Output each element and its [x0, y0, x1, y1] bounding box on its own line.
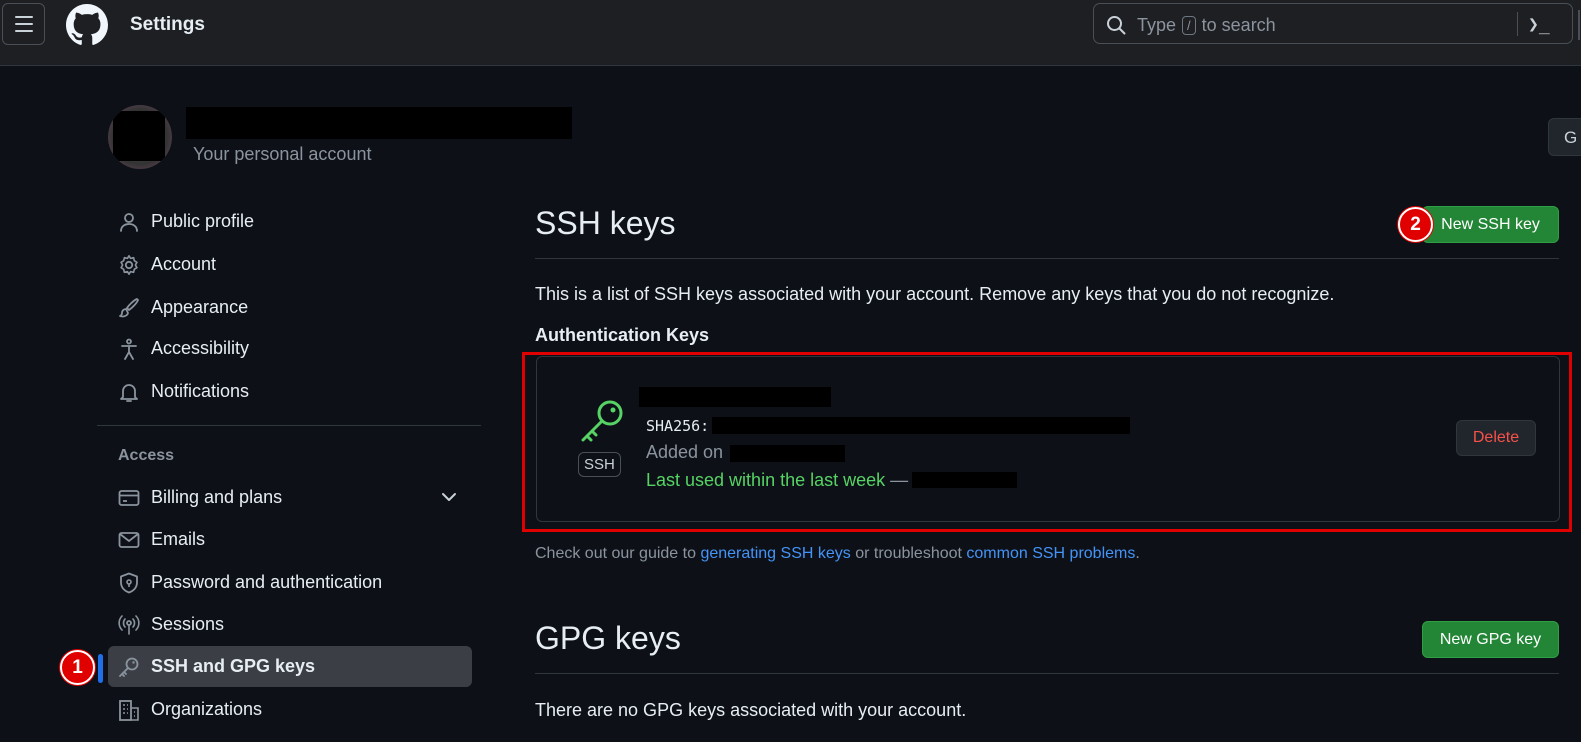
ssh-guide-text: Check out our guide to generating SSH ke…: [535, 545, 1140, 563]
sidebar-item-accessibility[interactable]: Accessibility: [108, 328, 472, 369]
sidebar-item-emails[interactable]: Emails: [108, 519, 472, 560]
mail-icon: [118, 532, 140, 548]
last-used-text: Last used within the last week: [646, 470, 886, 490]
accessibility-icon: [121, 338, 137, 360]
search-prefix: Type: [1137, 15, 1177, 35]
key-last-used: Last used within the last week —: [646, 470, 908, 491]
sidebar-item-label: Billing and plans: [151, 487, 283, 507]
search-icon: [1107, 16, 1126, 35]
sidebar-item-sessions[interactable]: Sessions: [108, 604, 472, 645]
page-title: Settings: [130, 14, 205, 35]
sidebar-item-label: Accessibility: [151, 338, 250, 358]
sidebar-item-label: Emails: [151, 529, 206, 549]
guide-middle: or troubleshoot: [855, 545, 962, 562]
menu-line: [14, 16, 33, 18]
avatar[interactable]: [108, 105, 172, 169]
sidebar-item-public-profile[interactable]: Public profile: [108, 201, 472, 242]
search-placeholder: Type / to search: [1137, 15, 1276, 36]
sidebar-item-appearance[interactable]: Appearance: [108, 287, 472, 328]
account-subtitle: Your personal account: [193, 144, 372, 164]
key-fingerprint: SHA256:: [646, 417, 710, 435]
sidebar-item-label: Appearance: [151, 297, 249, 317]
github-logo-icon[interactable]: [66, 4, 108, 46]
organization-icon: [119, 700, 139, 721]
sidebar-item-label: Organizations: [151, 699, 263, 719]
sidebar-item-label: Account: [151, 254, 217, 274]
menu-line: [14, 30, 33, 32]
chevron-down-icon[interactable]: [441, 491, 457, 503]
sidebar-item-ssh-gpg-keys[interactable]: SSH and GPG keys: [108, 646, 472, 687]
credit-card-icon: [118, 490, 140, 506]
paintbrush-icon: [119, 298, 139, 318]
key-icon: [119, 657, 139, 677]
guide-suffix: .: [1135, 545, 1140, 562]
header-divider: [1578, 10, 1580, 40]
sidebar-item-label: Public profile: [151, 211, 255, 231]
key-title-redacted: [639, 387, 831, 407]
menu-line: [14, 23, 33, 25]
ssh-intro-text: This is a list of SSH keys associated wi…: [535, 284, 1335, 304]
broadcast-icon: [118, 615, 140, 635]
sidebar-divider: [97, 425, 481, 426]
key-type-label: SSH: [578, 452, 621, 477]
gpg-keys-heading: GPG keys: [535, 620, 681, 656]
sidebar-item-label: Password and authentication: [151, 572, 383, 592]
fingerprint-redacted: [712, 417, 1130, 434]
top-bar: Settings Type / to search ❯_: [0, 0, 1581, 66]
sidebar-item-billing[interactable]: Billing and plans: [108, 477, 472, 518]
go-to-profile-button[interactable]: G: [1548, 118, 1581, 156]
sidebar-item-account[interactable]: Account: [108, 244, 472, 285]
step-badge-1: 1: [60, 650, 95, 685]
sidebar-item-label: SSH and GPG keys: [151, 656, 316, 676]
bell-icon: [120, 384, 138, 402]
guide-prefix: Check out our guide to: [535, 545, 696, 562]
gear-icon: [120, 255, 138, 275]
new-ssh-key-button[interactable]: New SSH key: [1422, 206, 1559, 243]
search-shortcut-key: /: [1182, 16, 1196, 35]
generating-ssh-keys-link[interactable]: generating SSH keys: [700, 545, 850, 562]
shield-lock-icon: [120, 572, 138, 594]
sidebar-item-label: Sessions: [151, 614, 225, 634]
common-ssh-problems-link[interactable]: common SSH problems: [966, 545, 1135, 562]
sidebar-item-label: Notifications: [151, 381, 250, 401]
separator: —: [890, 470, 909, 490]
delete-key-button[interactable]: Delete: [1456, 420, 1536, 456]
key-icon: [581, 400, 623, 442]
search-input[interactable]: Type / to search ❯_: [1093, 3, 1573, 44]
search-divider: [1517, 12, 1518, 36]
access-level-redacted: [912, 472, 1017, 488]
new-gpg-key-button[interactable]: New GPG key: [1422, 621, 1559, 658]
section-divider: [535, 258, 1559, 259]
hamburger-menu-button[interactable]: [2, 3, 45, 45]
username-redacted: [186, 107, 572, 139]
sidebar-item-organizations[interactable]: Organizations: [108, 689, 472, 730]
search-suffix: to search: [1201, 15, 1276, 35]
sidebar-section-heading: Access: [118, 447, 175, 464]
sidebar-item-notifications[interactable]: Notifications: [108, 371, 472, 412]
person-icon: [120, 213, 138, 232]
no-gpg-keys-text: There are no GPG keys associated with yo…: [535, 700, 967, 720]
step-badge-2: 2: [1398, 207, 1433, 242]
sidebar-item-password-authentication[interactable]: Password and authentication: [108, 562, 472, 603]
ssh-keys-heading: SSH keys: [535, 205, 676, 241]
command-palette-icon[interactable]: ❯_: [1528, 14, 1550, 35]
redaction-box: [113, 111, 165, 161]
key-added-date: Added on: [646, 442, 724, 462]
section-divider: [535, 673, 1559, 674]
authentication-keys-heading: Authentication Keys: [535, 325, 710, 345]
active-indicator: [98, 654, 103, 683]
date-redacted: [730, 445, 845, 462]
